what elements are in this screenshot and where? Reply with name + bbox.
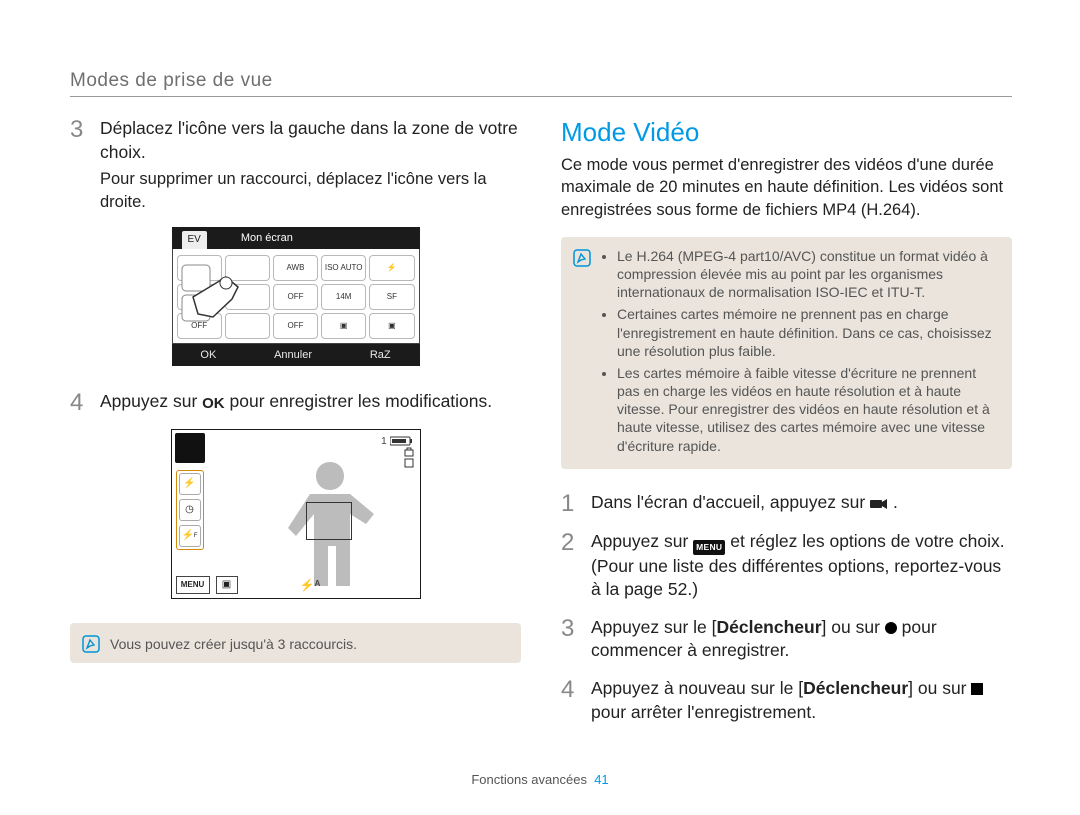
step-text: Dans l'écran d'accueil, appuyez sur xyxy=(591,492,870,512)
shutter-label: Déclencheur xyxy=(803,678,908,698)
grid-cell: OFF xyxy=(273,313,318,339)
note-icon xyxy=(573,249,591,267)
step-text: . xyxy=(893,492,898,512)
grid-cell: ⚡ xyxy=(369,255,414,281)
note-text: Vous pouvez créer jusqu'à 3 raccourcis. xyxy=(110,633,357,653)
step-text: ] ou sur xyxy=(822,617,885,637)
step-4: 4 Appuyez sur OK pour enregistrer les mo… xyxy=(70,390,521,415)
focus-box xyxy=(306,502,352,540)
page-number: 41 xyxy=(594,772,608,787)
reset-button-label: RaZ xyxy=(370,349,391,361)
ev-tab: EV xyxy=(182,231,207,249)
note-icon xyxy=(82,635,100,653)
ok-icon: OK xyxy=(202,394,225,414)
ok-button-label: OK xyxy=(200,349,216,361)
step-1: 1 Dans l'écran d'accueil, appuyez sur . xyxy=(561,491,1012,516)
grid-cell: OFF xyxy=(273,284,318,310)
step-number: 4 xyxy=(70,390,88,415)
flash-icon: ⚡ xyxy=(179,473,201,495)
step-text: Appuyez sur xyxy=(100,391,202,411)
camera-screen-preview: 1 ⚡ ◷ ⚡F MENU ▣ xyxy=(171,429,421,599)
left-column: 3 Déplacez l'icône vers la gauche dans l… xyxy=(70,117,521,738)
step-4: 4 Appuyez à nouveau sur le [Déclencheur]… xyxy=(561,677,1012,724)
step-number: 4 xyxy=(561,677,579,724)
shutter-label: Déclencheur xyxy=(716,617,821,637)
gallery-icon: ▣ xyxy=(216,576,238,594)
flash-label: ⚡ᴬ xyxy=(300,578,321,592)
menu-button: MENU xyxy=(176,576,210,594)
step-number: 2 xyxy=(561,530,579,602)
step-text: Déplacez l'icône vers la gauche dans la … xyxy=(100,118,518,162)
note-item: Les cartes mémoire à faible vitesse d'éc… xyxy=(617,364,998,455)
grid-cell: ▣ xyxy=(369,313,414,339)
step-text: Appuyez sur xyxy=(591,531,693,551)
footer-section: Fonctions avancées xyxy=(471,772,587,787)
note-video: Le H.264 (MPEG-4 part10/AVC) constitue u… xyxy=(561,237,1012,469)
camera-screen-myecran: EV Mon écran AWB ISO AUTO ⚡ OFF 14M S xyxy=(172,227,420,366)
drag-hand-icon xyxy=(178,259,258,337)
grid-cell: SF xyxy=(369,284,414,310)
grid-cell: ISO AUTO xyxy=(321,255,366,281)
page-footer: Fonctions avancées 41 xyxy=(0,772,1080,787)
step-number: 3 xyxy=(561,616,579,663)
step-3: 3 Déplacez l'icône vers la gauche dans l… xyxy=(70,117,521,213)
mode-indicator xyxy=(175,433,205,463)
step-text: pour arrêter l'enregistrement. xyxy=(591,702,816,722)
step-text: Appuyez sur le [ xyxy=(591,617,716,637)
step-number: 3 xyxy=(70,117,88,213)
video-icon xyxy=(870,493,888,505)
menu-icon: MENU xyxy=(693,540,725,554)
step-text: Appuyez à nouveau sur le [ xyxy=(591,678,803,698)
note-item: Le H.264 (MPEG-4 part10/AVC) constitue u… xyxy=(617,247,998,302)
right-column: Mode Vidéo Ce mode vous permet d'enregis… xyxy=(561,117,1012,738)
section-heading: Mode Vidéo xyxy=(561,117,1012,148)
page-header: Modes de prise de vue xyxy=(70,70,1012,97)
section-description: Ce mode vous permet d'enregistrer des vi… xyxy=(561,154,1012,221)
step-number: 1 xyxy=(561,491,579,516)
record-icon xyxy=(885,622,897,634)
step-text: pour enregistrer les modifications. xyxy=(230,391,493,411)
mode-icon: ⚡F xyxy=(179,525,201,547)
step-3: 3 Appuyez sur le [Déclencheur] ou sur po… xyxy=(561,616,1012,663)
note-item: Certaines cartes mémoire ne prennent pas… xyxy=(617,305,998,360)
step-text: ] ou sur xyxy=(908,678,971,698)
grid-cell: 14M xyxy=(321,284,366,310)
grid-cell: AWB xyxy=(273,255,318,281)
stop-icon xyxy=(971,683,983,695)
step-subtext: Pour supprimer un raccourci, déplacez l'… xyxy=(100,168,521,213)
step-2: 2 Appuyez sur MENU et réglez les options… xyxy=(561,530,1012,602)
screen-title: Mon écran xyxy=(217,232,293,244)
cancel-button-label: Annuler xyxy=(274,349,312,361)
timer-icon: ◷ xyxy=(179,499,201,521)
grid-cell: ▣ xyxy=(321,313,366,339)
note-shortcuts: Vous pouvez créer jusqu'à 3 raccourcis. xyxy=(70,623,521,663)
shortcut-bar: ⚡ ◷ ⚡F xyxy=(176,470,204,550)
